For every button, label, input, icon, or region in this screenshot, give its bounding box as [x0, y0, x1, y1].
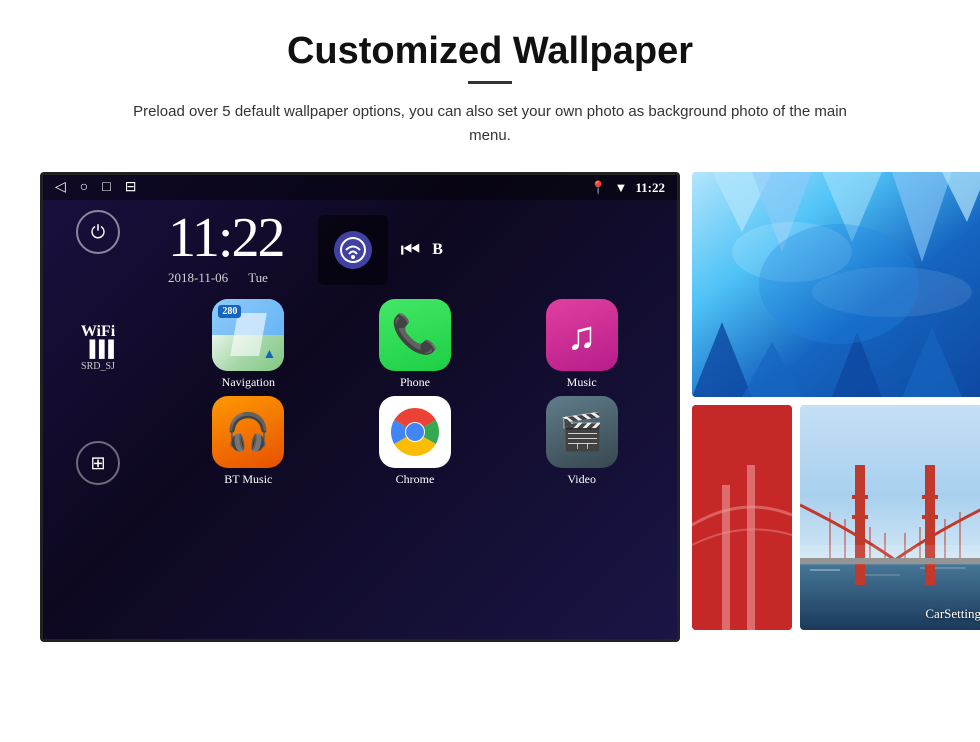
navigation-icon: 280 ▲ [212, 299, 284, 371]
status-bar: ◁ ○ □ ⊟ 📍 ▼ 11:22 [43, 175, 677, 200]
video-icon: 🎬 [546, 396, 618, 468]
wifi-signal: ▐▐▐ [81, 341, 115, 359]
ice-cave-preview [692, 172, 980, 397]
clock-date: 2018-11-06 [168, 270, 228, 286]
music-label: Music [567, 375, 597, 390]
wifi-widget: WiFi ▐▐▐ SRD_SJ [81, 323, 115, 372]
title-divider [468, 81, 512, 84]
power-button[interactable]: ⏻ [76, 210, 120, 254]
page-subtitle: Preload over 5 default wallpaper options… [130, 100, 850, 148]
android-sidebar: ⏻ WiFi ▐▐▐ SRD_SJ ⊞ [43, 200, 153, 495]
bt-music-label: BT Music [224, 472, 272, 487]
app-item-music[interactable]: ♫ Music [501, 299, 662, 390]
phone-handset-icon: 📞 [391, 313, 438, 357]
app-item-phone[interactable]: 📞 Phone [335, 299, 496, 390]
wifi-ssid: SRD_SJ [81, 361, 115, 372]
clock-time: 11:22 [168, 210, 283, 266]
status-time: 11:22 [635, 180, 665, 196]
clapper-icon: 🎬 [559, 411, 604, 453]
golden-gate-preview: CarSetting [800, 405, 980, 630]
android-main: ⏻ WiFi ▐▐▐ SRD_SJ ⊞ 11:22 [43, 200, 677, 495]
navigation-label: Navigation [222, 375, 275, 390]
chrome-svg [388, 405, 442, 459]
apps-button[interactable]: ⊞ [76, 441, 120, 485]
signal-icon: ▼ [615, 180, 628, 196]
red-partial-svg [692, 405, 792, 630]
clock-day: Tue [248, 270, 268, 286]
status-bar-right: 📍 ▼ 11:22 [590, 180, 665, 196]
page-wrapper: Customized Wallpaper Preload over 5 defa… [0, 0, 980, 662]
app-item-bt-music[interactable]: 🎧 BT Music [168, 396, 329, 487]
wifi-label: WiFi [81, 323, 115, 341]
phone-icon: 📞 [379, 299, 451, 371]
chrome-icon [379, 396, 451, 468]
map-background: 280 ▲ [212, 299, 284, 371]
music-icon: ♫ [546, 299, 618, 371]
app-item-video[interactable]: 🎬 Video [501, 396, 662, 487]
bt-music-icon: 🎧 [212, 396, 284, 468]
content-area: ◁ ○ □ ⊟ 📍 ▼ 11:22 ⏻ WiFi ▐ [40, 172, 940, 642]
music-note-icon: ♫ [567, 312, 597, 359]
wifi-tile-icon [334, 231, 372, 269]
phone-label: Phone [400, 375, 430, 390]
app-item-chrome[interactable]: Chrome [335, 396, 496, 487]
status-bar-left: ◁ ○ □ ⊟ [55, 179, 136, 196]
clock-area: 11:22 2018-11-06 Tue [153, 200, 677, 291]
ice-cave-svg [692, 172, 980, 397]
home-icon[interactable]: ○ [80, 180, 88, 196]
wifi-svg [338, 235, 368, 265]
app-item-navigation[interactable]: 280 ▲ Navigation [168, 299, 329, 390]
media-title: B [432, 241, 443, 259]
map-compass: ▲ [262, 347, 276, 363]
map-badge: 280 [218, 305, 241, 318]
media-controls: ⏮ B [396, 215, 446, 285]
location-icon: 📍 [590, 180, 606, 196]
prev-button[interactable]: ⏮ [400, 237, 420, 263]
screenshot-icon[interactable]: ⊟ [125, 179, 137, 196]
chrome-label: Chrome [396, 472, 435, 487]
page-title: Customized Wallpaper [40, 30, 940, 73]
ice-cave-background [692, 172, 980, 397]
widget-tiles: ⏮ B [303, 215, 461, 285]
clock-date-row: 2018-11-06 Tue [168, 270, 283, 286]
golden-gate-svg [800, 405, 980, 630]
red-partial-preview [692, 405, 792, 630]
wifi-tile[interactable] [318, 215, 388, 285]
bottom-previews: CarSetting [692, 405, 980, 630]
clock-block: 11:22 2018-11-06 Tue [168, 210, 283, 286]
video-label: Video [567, 472, 596, 487]
carsetting-label: CarSetting [925, 606, 980, 622]
recents-icon[interactable]: □ [102, 180, 110, 196]
android-center: 11:22 2018-11-06 Tue [153, 200, 677, 495]
app-grid: 280 ▲ Navigation 📞 Phone [153, 291, 677, 495]
wallpaper-previews: CarSetting [692, 172, 980, 630]
back-icon[interactable]: ◁ [55, 179, 66, 196]
android-screen: ◁ ○ □ ⊟ 📍 ▼ 11:22 ⏻ WiFi ▐ [40, 172, 680, 642]
headphone-icon: 🎧 [226, 411, 271, 453]
